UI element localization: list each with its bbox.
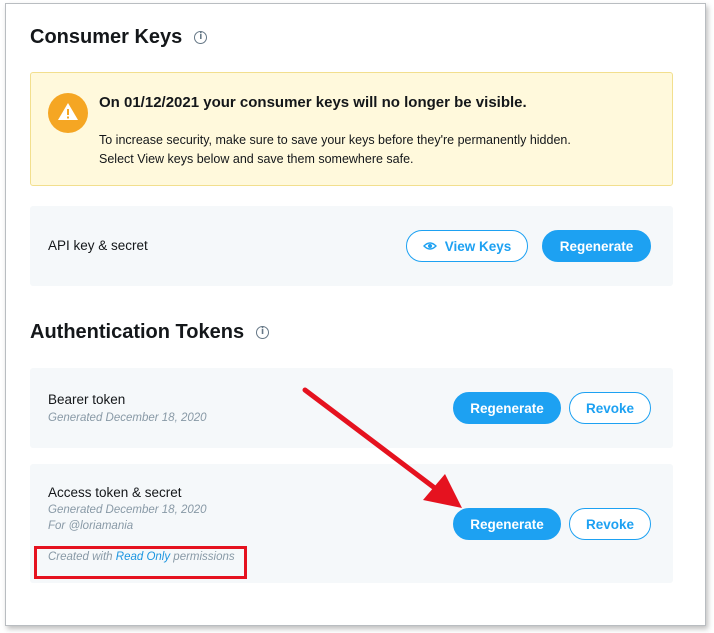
annotation-arrow <box>302 387 462 508</box>
